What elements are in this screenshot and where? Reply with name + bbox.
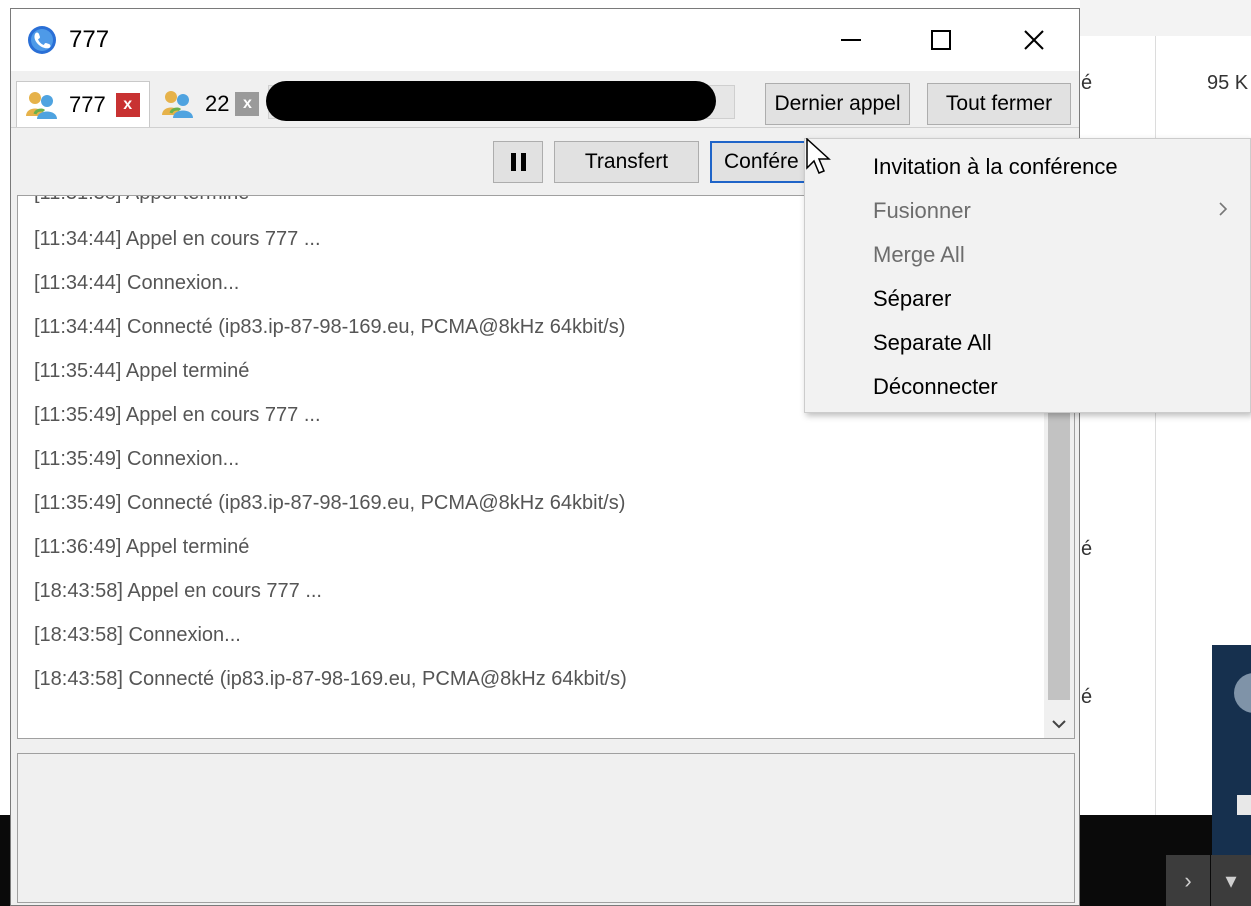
tab-label: 777 bbox=[69, 91, 106, 117]
tab-close-button[interactable]: x bbox=[115, 92, 140, 117]
window-title: 777 bbox=[69, 26, 110, 53]
tab-777[interactable]: 777 x bbox=[16, 81, 150, 127]
close-icon bbox=[1024, 30, 1044, 50]
conference-menu: Invitation à la conférence Fusionner Mer… bbox=[804, 138, 1251, 413]
menu-item-merge-all[interactable]: Merge All bbox=[873, 242, 965, 268]
scroll-down-button[interactable] bbox=[1044, 710, 1074, 738]
message-input-area[interactable] bbox=[17, 753, 1075, 903]
background-fragment: é bbox=[1081, 686, 1093, 708]
transfer-button[interactable]: Transfert bbox=[554, 141, 699, 183]
menu-item-separate[interactable]: Séparer bbox=[873, 286, 951, 312]
log-line: [11:34:44] Connexion... bbox=[34, 272, 240, 294]
log-line: [18:43:58] Connexion... bbox=[34, 624, 241, 646]
maximize-button[interactable] bbox=[911, 19, 971, 61]
log-line: [11:35:44] Appel terminé bbox=[34, 360, 250, 382]
background-tile-icon bbox=[1237, 795, 1251, 815]
log-line: [11:36:49] Appel terminé bbox=[34, 536, 250, 558]
title-bar[interactable]: 777 bbox=[11, 9, 1079, 71]
close-all-button[interactable]: Tout fermer bbox=[927, 83, 1071, 125]
menu-item-disconnect[interactable]: Déconnecter bbox=[873, 374, 998, 400]
maximize-icon bbox=[931, 30, 951, 50]
close-window-button[interactable] bbox=[1004, 19, 1064, 61]
background-left-edge bbox=[0, 0, 10, 906]
background-fragment: é bbox=[1081, 538, 1093, 560]
chevron-down-icon bbox=[1052, 720, 1066, 729]
log-line: [11:35:49] Connecté (ip83.ip-87-98-169.e… bbox=[34, 492, 626, 514]
background-next-button[interactable]: › bbox=[1166, 855, 1210, 906]
background-fragment: é bbox=[1081, 72, 1093, 94]
minimize-button[interactable] bbox=[821, 19, 881, 61]
pause-icon bbox=[510, 153, 526, 171]
log-line: [11:34:44] Appel en cours 777 ... bbox=[34, 228, 321, 250]
log-line: [11:35:49] Connexion... bbox=[34, 448, 240, 470]
background-size-label: 95 K bbox=[1207, 72, 1249, 94]
phone-globe-icon bbox=[28, 26, 56, 54]
hold-button[interactable] bbox=[493, 141, 543, 183]
menu-item-invite-conference[interactable]: Invitation à la conférence bbox=[873, 154, 1118, 180]
background-window-titlebar bbox=[1080, 0, 1251, 36]
contacts-icon bbox=[162, 91, 193, 118]
redaction-bar bbox=[266, 81, 716, 121]
log-line: [11:31:38] Appel terminé bbox=[34, 196, 249, 205]
log-line: [11:35:49] Appel en cours 777 ... bbox=[34, 404, 321, 426]
tab-22[interactable]: 22 x bbox=[153, 81, 267, 127]
submenu-arrow-icon bbox=[1218, 201, 1228, 222]
background-circle-icon bbox=[1234, 673, 1251, 713]
menu-item-merge[interactable]: Fusionner bbox=[873, 198, 971, 224]
background-dropdown-button[interactable]: ▾ bbox=[1211, 855, 1251, 906]
background-left-taskbar bbox=[0, 815, 10, 906]
log-line: [11:34:44] Connecté (ip83.ip-87-98-169.e… bbox=[34, 316, 626, 338]
tab-close-button[interactable]: x bbox=[235, 92, 260, 116]
log-line: [18:43:58] Appel en cours 777 ... bbox=[34, 580, 322, 602]
last-call-button[interactable]: Dernier appel bbox=[765, 83, 910, 125]
minimize-icon bbox=[841, 39, 861, 41]
menu-item-separate-all[interactable]: Separate All bbox=[873, 330, 992, 356]
tab-label: 22 bbox=[205, 91, 230, 116]
conference-button[interactable]: Confére bbox=[710, 141, 807, 183]
log-line: [18:43:58] Connecté (ip83.ip-87-98-169.e… bbox=[34, 668, 627, 690]
mouse-cursor-icon bbox=[806, 138, 831, 174]
contacts-icon bbox=[26, 91, 57, 119]
